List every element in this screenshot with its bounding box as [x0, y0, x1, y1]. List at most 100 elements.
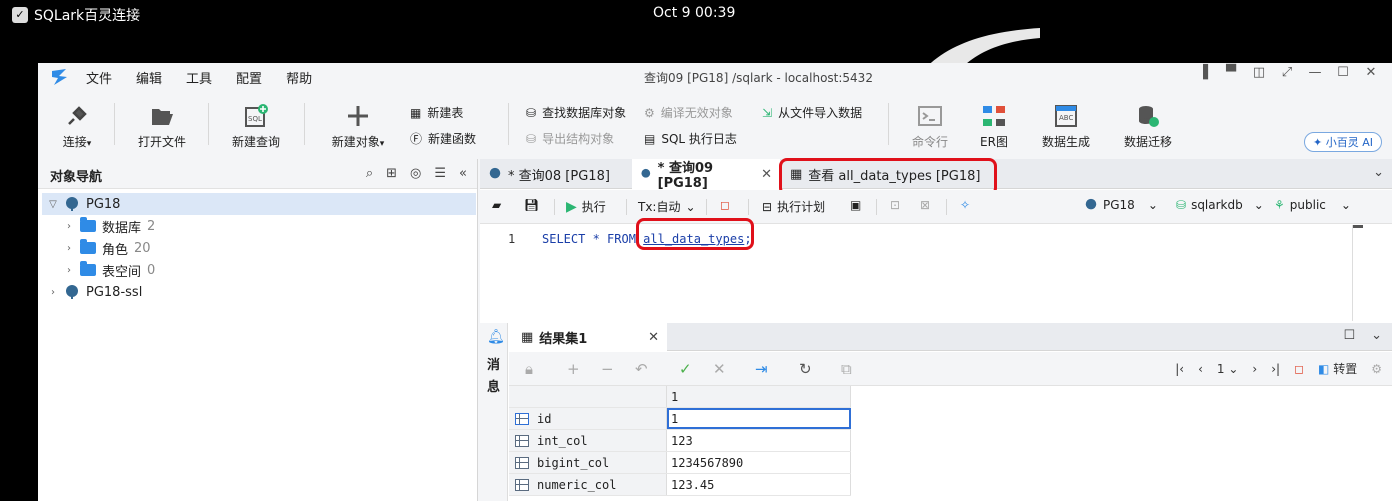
chevron-down-icon[interactable]: ▽ — [46, 199, 60, 210]
new-folder-icon[interactable]: ⊞ — [386, 166, 397, 181]
new-function-button[interactable]: Ⓕ 新建函数 — [410, 130, 476, 147]
add-row-icon[interactable]: + — [567, 360, 580, 378]
er-diagram-button[interactable]: ER图 — [974, 103, 1014, 150]
transpose-button[interactable]: ◧ 转置 — [1318, 360, 1357, 377]
tab-query08[interactable]: * 查询08 [PG18] — [480, 159, 630, 189]
row-header[interactable]: id — [509, 408, 667, 429]
desktop-app-indicator[interactable]: ✓ SQLark百灵连接 — [12, 5, 140, 25]
export-icon[interactable]: ▣ — [850, 198, 861, 212]
magic-format-icon[interactable]: ✧ — [960, 198, 970, 212]
data-generation-button[interactable]: ABC 数据生成 — [1036, 103, 1096, 150]
collapse-panel-icon[interactable]: « — [459, 166, 467, 181]
compile-invalid-button[interactable]: ⚙ 编译无效对象 — [644, 104, 733, 121]
minimize-icon[interactable]: — — [1308, 66, 1322, 80]
new-query-label: 新建查询 — [231, 135, 280, 149]
explain-plan-button[interactable]: ⊟ 执行计划 — [762, 198, 825, 215]
filter-icon[interactable]: ⧉ — [841, 360, 852, 378]
execute-button[interactable]: ▶ 执行 — [566, 198, 606, 215]
chevron-right-icon[interactable]: › — [62, 243, 76, 254]
import-from-file-button[interactable]: ⇲ 从文件导入数据 — [762, 104, 862, 121]
layout-top-icon[interactable]: ▀ — [1224, 66, 1238, 80]
export-data-icon[interactable]: ⇥ — [755, 360, 768, 378]
find-db-object-button[interactable]: ⛁ 查找数据库对象 — [526, 104, 626, 121]
transaction-mode-select[interactable]: Tx:自动 ⌄ — [638, 198, 696, 215]
ai-assistant-button[interactable]: ✦ 小百灵 AI — [1304, 132, 1382, 152]
new-object-button[interactable]: 新建对象▾ — [326, 103, 390, 150]
chevron-right-icon[interactable]: › — [62, 265, 76, 276]
tab-result-set-1[interactable]: ▦ 结果集1 ✕ — [509, 323, 667, 351]
sql-editor[interactable]: 1 SELECT * FROM all_data_types; — [480, 218, 1352, 321]
lock-icon[interactable]: 🔒︎ — [525, 360, 533, 378]
undo-icon[interactable]: ↶ — [635, 360, 648, 378]
collapse-panel-icon[interactable]: ⌄ — [1371, 328, 1382, 343]
row-header[interactable]: int_col — [509, 430, 667, 451]
menu-file[interactable]: 文件 — [86, 68, 112, 87]
new-table-label: 新建表 — [427, 106, 464, 120]
settings-icon[interactable]: ⚙ — [1371, 362, 1382, 376]
menu-help[interactable]: 帮助 — [286, 68, 312, 87]
tree-node-label: PG18-ssl — [86, 284, 143, 300]
comment-icon[interactable]: ⊡ — [890, 198, 900, 212]
connection-select[interactable]: PG18 ⌄ — [1084, 198, 1158, 212]
page-select[interactable]: 1 ⌄ — [1217, 362, 1239, 376]
layout-split-icon[interactable]: ◫ — [1252, 66, 1266, 80]
close-tab-icon[interactable]: ✕ — [761, 167, 772, 182]
sql-log-button[interactable]: ▤ SQL 执行日志 — [644, 130, 737, 147]
data-migration-button[interactable]: 数据迁移 — [1118, 103, 1178, 150]
chevron-right-icon[interactable]: › — [62, 221, 76, 232]
menu-edit[interactable]: 编辑 — [136, 68, 162, 87]
last-page-icon[interactable]: ›| — [1271, 362, 1280, 376]
schema-select[interactable]: ⚘ public ⌄ — [1274, 198, 1351, 212]
menu-config[interactable]: 配置 — [236, 68, 262, 87]
menu-tools[interactable]: 工具 — [186, 68, 212, 87]
cell-value[interactable]: 1 — [667, 408, 851, 429]
tree-node-tablespaces[interactable]: › 表空间 0 — [38, 259, 477, 281]
rollback-icon[interactable]: ✕ — [713, 360, 726, 378]
delete-row-icon[interactable]: − — [601, 360, 614, 378]
layout-left-icon[interactable]: ▐ — [1196, 66, 1210, 80]
fullscreen-icon[interactable]: ⤢ — [1280, 66, 1294, 80]
refresh-icon[interactable]: ↻ — [799, 360, 812, 378]
new-query-button[interactable]: SQL 新建查询 — [226, 103, 286, 150]
desktop-clock[interactable]: Oct 9 00:39 — [653, 5, 735, 21]
cell-value[interactable]: 123.45 — [667, 474, 851, 495]
search-icon[interactable]: ⌕ — [366, 166, 373, 181]
tree-node-pg18[interactable]: ▽ PG18 — [42, 193, 476, 215]
open-file-button[interactable]: 打开文件 — [132, 103, 192, 150]
editor-scrollbar[interactable] — [1352, 225, 1363, 321]
row-header[interactable]: numeric_col — [509, 474, 667, 495]
next-page-icon[interactable]: › — [1252, 362, 1257, 376]
stop-icon[interactable]: ◻ — [1294, 362, 1304, 376]
chevron-right-icon[interactable]: › — [46, 287, 60, 298]
chevron-down-icon[interactable]: ⌄ — [1373, 165, 1384, 180]
sort-icon[interactable]: ☰ — [434, 166, 446, 181]
stop-icon[interactable]: ◻ — [720, 198, 730, 212]
close-icon[interactable]: ✕ — [1364, 66, 1378, 80]
close-tab-icon[interactable]: ✕ — [648, 330, 659, 345]
row-header[interactable]: bigint_col — [509, 452, 667, 473]
line-number: 1 — [508, 232, 516, 246]
folder-open-icon[interactable]: ▰ — [492, 198, 501, 212]
tree-node-databases[interactable]: › 数据库 2 — [38, 215, 477, 237]
tab-query09[interactable]: * 查询09 [PG18] ✕ — [632, 159, 780, 191]
tree-node-roles[interactable]: › 角色 20 — [38, 237, 477, 259]
maximize-panel-icon[interactable]: ☐ — [1343, 328, 1355, 343]
uncomment-icon[interactable]: ⊠ — [920, 198, 930, 212]
commit-check-icon[interactable]: ✓ — [679, 360, 692, 378]
maximize-icon[interactable]: ☐ — [1336, 66, 1350, 80]
column-header[interactable]: 1 — [667, 386, 851, 407]
new-table-button[interactable]: ▦ 新建表 — [410, 104, 463, 121]
messages-sidebar[interactable]: 🔔︎ 消息 — [480, 323, 508, 501]
cell-value[interactable]: 123 — [667, 430, 851, 451]
database-select[interactable]: ⛁ sqlarkdb ⌄ — [1176, 198, 1264, 212]
filter-icon[interactable]: ◎ — [410, 166, 421, 181]
prev-page-icon[interactable]: ‹ — [1198, 362, 1203, 376]
cell-value[interactable]: 1234567890 — [667, 452, 851, 473]
first-page-icon[interactable]: |‹ — [1175, 362, 1184, 376]
explain-label: 执行计划 — [777, 200, 826, 214]
command-line-button[interactable]: 命令行 — [904, 103, 956, 150]
tree-node-pg18-ssl[interactable]: › PG18-ssl — [38, 281, 477, 303]
connect-button[interactable]: 连接▾ — [52, 103, 102, 150]
save-icon[interactable]: 💾︎ — [524, 198, 539, 212]
export-structure-button[interactable]: ⛁ 导出结构对象 — [526, 130, 614, 147]
